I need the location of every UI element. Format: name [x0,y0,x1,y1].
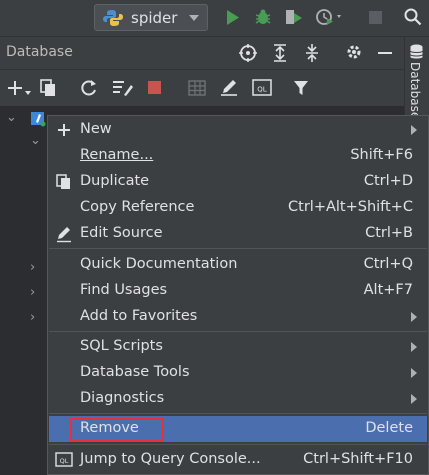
panel-title: Database [6,44,73,60]
plus-icon [58,124,70,136]
data-source-icon [31,112,46,127]
chevron-right-icon[interactable]: › [30,310,35,325]
submenu-arrow-icon [411,312,417,322]
python-icon [103,10,123,26]
run-with-coverage-icon[interactable] [284,8,304,26]
menu-item-quick-documentation[interactable]: Quick Documentation Ctrl+Q [49,252,427,278]
crosshair-icon[interactable] [238,43,258,63]
expand-all-icon[interactable] [272,43,288,63]
chevron-right-icon[interactable]: › [30,260,35,275]
copy-icon[interactable] [40,79,56,97]
submenu-arrow-icon [411,368,417,378]
search-icon[interactable] [404,8,422,26]
chevron-down-icon [189,15,199,21]
stop-icon[interactable] [148,81,161,94]
chevron-right-icon[interactable]: › [30,285,35,300]
collapse-all-icon[interactable] [304,43,320,63]
svg-text:QL: QL [60,457,69,465]
filter-icon[interactable] [293,79,309,97]
database-icon[interactable] [409,44,424,60]
menu-separator [49,444,427,445]
menu-item-sql-scripts[interactable]: SQL Scripts [49,334,427,360]
debug-icon[interactable] [254,8,272,26]
main-toolbar: spider [0,0,429,37]
submenu-arrow-icon [411,342,417,352]
stop-icon[interactable] [369,11,382,24]
minimize-icon[interactable] [378,52,392,54]
menu-item-jump-to-query-console[interactable]: QL Jump to Query Console... Ctrl+Shift+F… [49,447,427,473]
menu-item-remove[interactable]: Remove Delete [49,416,427,442]
menu-item-database-tools[interactable]: Database Tools [49,360,427,386]
add-icon[interactable] [8,79,32,97]
run-icon[interactable] [226,9,240,26]
menu-separator [49,331,427,332]
menu-item-copy-reference[interactable]: Copy Reference Ctrl+Alt+Shift+C [49,195,427,221]
refresh-icon[interactable] [80,79,98,97]
menu-item-find-usages[interactable]: Find Usages Alt+F7 [49,278,427,304]
run-configuration-label: spider [131,9,178,27]
pencil-icon [57,227,71,243]
submenu-arrow-icon [411,125,417,135]
database-side-tab[interactable]: Database [408,62,422,119]
run-configuration-selector[interactable]: spider [94,4,208,31]
chevron-down-icon[interactable]: ⌄ [6,110,17,125]
context-menu: New Rename... Shift+F6 Duplicate Ctrl+D … [47,115,429,475]
database-panel-header: Database [0,37,404,70]
menu-item-duplicate[interactable]: Duplicate Ctrl+D [49,169,427,195]
chevron-down-icon[interactable]: ⌄ [30,133,41,148]
menu-separator [49,248,427,249]
menu-item-edit-source[interactable]: Edit Source Ctrl+B [49,221,427,247]
menu-item-diagnostics[interactable]: Diagnostics [49,386,427,412]
query-console-icon[interactable]: QL [252,79,272,97]
query-console-icon: QL [55,452,73,467]
profile-icon[interactable] [316,8,344,26]
menu-item-rename[interactable]: Rename... Shift+F6 [49,143,427,169]
copy-icon [56,174,70,189]
menu-separator [49,413,427,414]
submenu-arrow-icon [411,394,417,404]
menu-item-new[interactable]: New [49,117,427,143]
menu-item-add-to-favorites[interactable]: Add to Favorites [49,304,427,330]
table-icon[interactable] [188,79,206,97]
data-source-properties-icon[interactable] [112,79,134,97]
edit-icon[interactable] [220,78,238,96]
database-toolbar: QL [0,70,404,107]
gear-icon[interactable] [345,43,363,61]
svg-text:QL: QL [257,86,267,94]
